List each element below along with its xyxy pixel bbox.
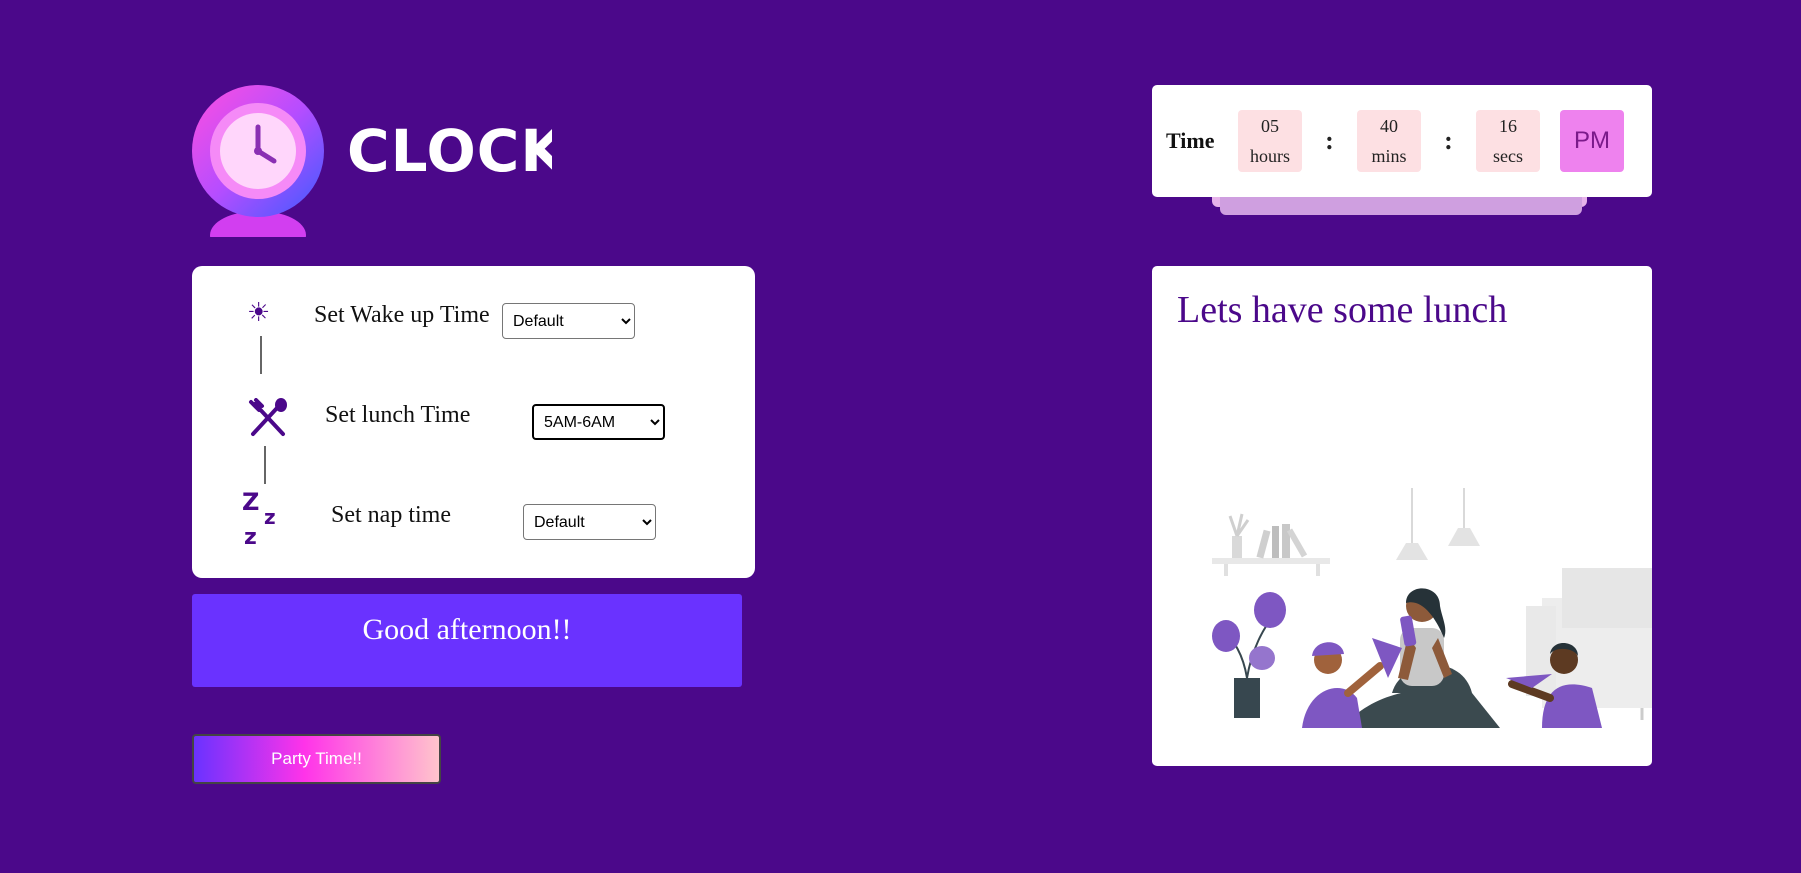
time-separator: : — [1325, 126, 1334, 155]
mins-unit: mins — [1371, 146, 1407, 166]
lunch-time-select[interactable]: 5AM-6AM — [532, 404, 665, 440]
secs-value: 16 — [1499, 116, 1517, 136]
settings-card: ☀ Set Wake up Time Default Set lunch Tim… — [192, 266, 755, 578]
timeline-divider — [264, 446, 266, 484]
time-card: Time 05 hours : 40 mins : 16 secs PM — [1152, 85, 1652, 197]
logo-text: CLOCK — [347, 117, 552, 185]
secs-box: 16 secs — [1476, 110, 1540, 172]
svg-text:Z: Z — [242, 488, 259, 516]
ampm-badge: PM — [1560, 110, 1624, 172]
greeting-banner: Good afternoon!! — [192, 594, 742, 687]
lunch-time-label: Set lunch Time — [325, 402, 471, 428]
svg-text:z: z — [244, 525, 257, 546]
message-title: Lets have some lunch — [1177, 289, 1508, 331]
fork-spoon-icon — [247, 398, 289, 443]
mins-box: 40 mins — [1357, 110, 1421, 172]
sleep-zzz-icon: Z z z — [242, 488, 286, 551]
hours-value: 05 — [1261, 116, 1279, 136]
message-card: Lets have some lunch — [1152, 266, 1652, 766]
nap-time-select[interactable]: Default — [523, 504, 656, 540]
sun-icon: ☀ — [247, 298, 271, 327]
time-shadow — [1220, 195, 1582, 215]
party-time-button[interactable]: Party Time!! — [192, 734, 441, 784]
nap-time-label: Set nap time — [331, 502, 451, 528]
logo: CLOCK — [192, 85, 552, 237]
secs-unit: secs — [1493, 146, 1523, 166]
lunch-illustration — [1212, 488, 1652, 728]
time-label: Time — [1166, 128, 1215, 153]
wake-time-select[interactable]: Default — [502, 303, 635, 339]
hours-box: 05 hours — [1238, 110, 1302, 172]
svg-text:z: z — [264, 505, 276, 529]
time-separator: : — [1444, 126, 1453, 155]
timeline-divider — [260, 336, 262, 374]
mins-value: 40 — [1380, 116, 1398, 136]
wake-time-label: Set Wake up Time — [314, 302, 490, 328]
hours-unit: hours — [1250, 146, 1290, 166]
